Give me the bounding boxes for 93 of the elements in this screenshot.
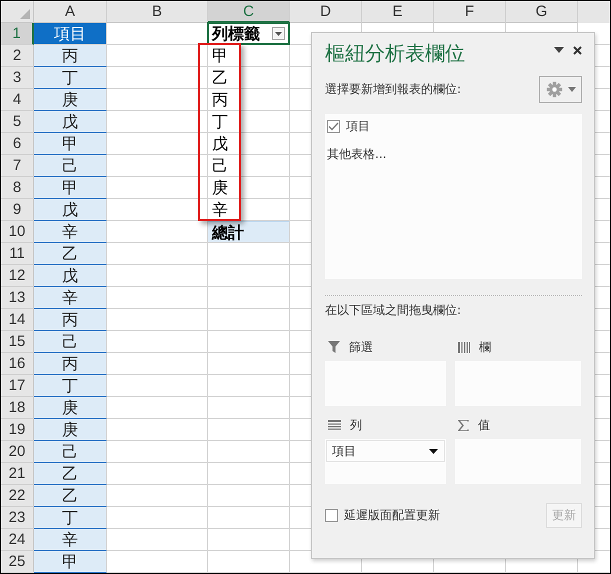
caret-icon [275, 32, 282, 36]
table-cell: 乙 [34, 243, 107, 265]
area-drop-zone[interactable]: 項目 [325, 439, 446, 484]
field-checkbox[interactable] [327, 120, 340, 133]
filter-icon [328, 341, 340, 353]
pivot-row-label: 丁 [208, 111, 290, 133]
row-header[interactable]: 23 [1, 507, 34, 529]
table-cell: 戊 [34, 265, 107, 287]
row-header[interactable]: 13 [1, 287, 34, 309]
select-all-icon[interactable] [20, 9, 30, 19]
more-tables-link[interactable]: 其他表格... [327, 146, 386, 163]
table-cell: 丙 [34, 309, 107, 331]
rows-icon [328, 420, 341, 430]
row-header[interactable]: 17 [1, 375, 34, 397]
row-header[interactable]: 4 [1, 89, 34, 111]
defer-update-label: 延遲版面配置更新 [344, 507, 440, 524]
column-header[interactable]: D [290, 1, 362, 23]
pivot-row-label: 甲 [208, 45, 290, 67]
pivot-row-label: 己 [208, 155, 290, 177]
column-header[interactable]: G [506, 1, 578, 23]
row-header[interactable]: 22 [1, 485, 34, 507]
table-cell: 庚 [34, 89, 107, 111]
row-header[interactable]: 7 [1, 155, 34, 177]
table-cell: 丁 [34, 375, 107, 397]
row-header[interactable]: 8 [1, 177, 34, 199]
row-header[interactable]: 25 [1, 551, 34, 573]
caret-icon [429, 448, 438, 454]
table-cell: 庚 [34, 419, 107, 441]
table-cell: 丁 [34, 507, 107, 529]
row-header[interactable]: 24 [1, 529, 34, 551]
row-header[interactable]: 18 [1, 397, 34, 419]
areas-prompt: 在以下區域之間拖曳欄位: [325, 302, 462, 319]
row-header[interactable]: 19 [1, 419, 34, 441]
row-header[interactable]: 21 [1, 463, 34, 485]
field-label: 項目 [346, 118, 370, 135]
column-header[interactable]: F [434, 1, 506, 23]
settings-icon [546, 81, 562, 98]
field-list-prompt: 選擇要新增到報表的欄位: [325, 81, 462, 98]
columns-icon [458, 342, 470, 352]
defer-update-checkbox[interactable] [325, 509, 338, 522]
column-header[interactable]: A [34, 1, 107, 23]
row-header[interactable]: 5 [1, 111, 34, 133]
panel-title: 樞紐分析表欄位 [325, 40, 465, 66]
table-cell: 辛 [34, 221, 107, 243]
area-label: 列 [350, 416, 362, 434]
area-field-dropdown[interactable]: 項目 [326, 440, 445, 462]
tools-button[interactable] [539, 76, 582, 103]
row-header[interactable]: 15 [1, 331, 34, 353]
table-cell: 甲 [34, 133, 107, 155]
filter-dropdown-button[interactable] [272, 27, 285, 40]
table-cell: 丁 [34, 67, 107, 89]
pivot-total-label: 總計 [208, 221, 290, 243]
table-cell: 乙 [34, 463, 107, 485]
table-cell: 丙 [34, 45, 107, 67]
row-header[interactable]: 1 [1, 23, 34, 45]
pivot-row-label: 庚 [208, 177, 290, 199]
area-label: 欄 [479, 338, 491, 356]
row-header[interactable]: 12 [1, 265, 34, 287]
sigma-icon [458, 420, 469, 430]
row-header[interactable]: 16 [1, 353, 34, 375]
close-icon[interactable] [573, 46, 582, 54]
row-header[interactable]: 20 [1, 441, 34, 463]
area-label: 值 [478, 416, 490, 434]
column-header[interactable]: E [362, 1, 434, 23]
pivot-row-label: 戊 [208, 133, 290, 155]
table-cell: 己 [34, 155, 107, 177]
table-cell: 庚 [34, 397, 107, 419]
table-cell: 甲 [34, 177, 107, 199]
table-cell: 辛 [34, 529, 107, 551]
row-header[interactable]: 14 [1, 309, 34, 331]
row-header[interactable]: 11 [1, 243, 34, 265]
row-header[interactable]: 9 [1, 199, 34, 221]
caret-icon [568, 87, 576, 92]
table-cell: 戊 [34, 111, 107, 133]
area-label: 篩選 [349, 338, 373, 356]
column-header[interactable]: C [208, 1, 290, 23]
table-cell: 辛 [34, 287, 107, 309]
row-header[interactable]: 2 [1, 45, 34, 67]
panel-options-icon[interactable] [554, 47, 564, 53]
table-cell: 己 [34, 331, 107, 353]
row-header[interactable]: 10 [1, 221, 34, 243]
row-header[interactable]: 3 [1, 67, 34, 89]
table-cell: 乙 [34, 485, 107, 507]
table-header-cell: 項目 [34, 23, 107, 45]
table-cell: 戊 [34, 199, 107, 221]
row-header[interactable]: 6 [1, 133, 34, 155]
table-cell: 丙 [34, 353, 107, 375]
pivot-row-label: 丙 [208, 89, 290, 111]
column-header[interactable]: B [107, 1, 208, 23]
table-cell: 甲 [34, 551, 107, 573]
pivot-row-label: 乙 [208, 67, 290, 89]
pivot-header-cell: 列標籤 [208, 23, 290, 45]
table-cell: 己 [34, 441, 107, 463]
